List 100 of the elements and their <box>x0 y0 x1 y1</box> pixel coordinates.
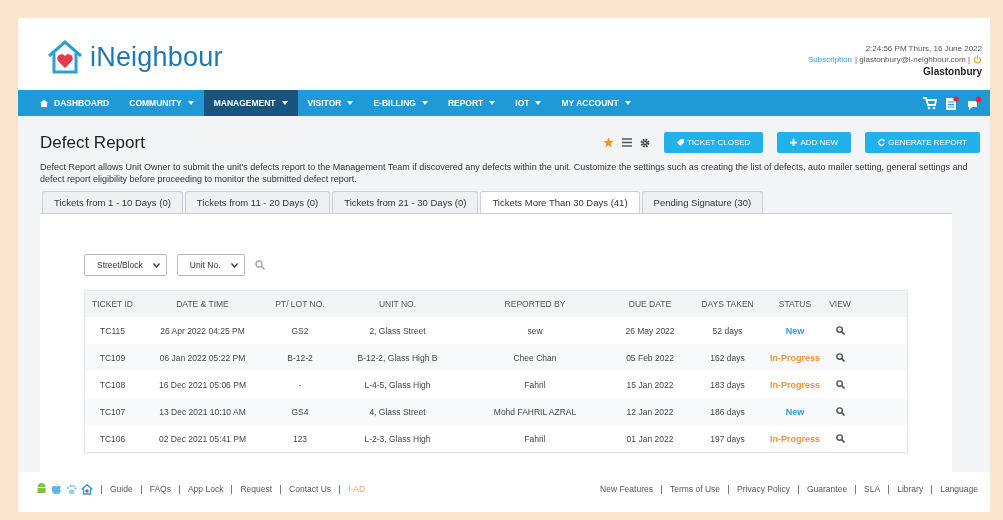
page-description: Defect Report allows Unit Owner to submit the unit's defects report to the Management Team if discovered any defects within the unit. Customize the settings such as creating the list of defects, auto mailer setting, general settings and defect report eligibility before proceeding to monitor the submitted defect report. <box>40 161 969 185</box>
table-cell-text: TC115 <box>99 325 126 336</box>
table-cell-text: TC109 <box>98 352 127 363</box>
table-cell-text: Fahril <box>523 433 547 444</box>
magnifier-icon[interactable] <box>835 326 845 335</box>
plus-icon <box>790 139 798 146</box>
house-heart-logo-icon <box>46 39 84 75</box>
table-cell-text: 15 Jan 2022 <box>625 379 675 390</box>
star-icon[interactable] <box>602 137 614 148</box>
site-name: Glastonbury <box>923 65 982 77</box>
column-header: STATUS <box>777 299 813 309</box>
caret-icon <box>624 101 631 105</box>
table-cell-text: 26 Apr 2022 04:25 PM <box>159 325 246 336</box>
home-icon <box>40 99 48 107</box>
tab[interactable]: Tickets from 1 - 10 Days (0) <box>42 191 183 213</box>
magnifier-icon[interactable] <box>835 380 845 389</box>
tab[interactable]: Tickets from 11 - 20 Days (0) <box>184 191 331 213</box>
chat-icon[interactable] <box>967 95 982 111</box>
brand-name: iNeighbour <box>90 41 223 73</box>
footer-link[interactable]: Library <box>888 484 924 494</box>
chevron-icon <box>152 262 160 268</box>
column-header: DUE DATE <box>627 299 673 309</box>
status-text: New <box>785 325 805 336</box>
table-cell-text: 26 May 2022 <box>624 325 676 336</box>
table-cell-text: L-4-5, Glass High <box>363 379 432 390</box>
account-email: | glastonbury@i-neighbour.com | <box>855 54 970 64</box>
column-header: UNIT NO. <box>377 299 418 309</box>
caret-icon <box>347 101 354 105</box>
column-header: DAYS TAKEN <box>700 299 755 309</box>
list-icon[interactable] <box>621 138 632 147</box>
caret-icon <box>281 101 288 105</box>
magnifier-icon[interactable] <box>835 434 845 443</box>
footer-link[interactable]: FAQs <box>140 484 171 494</box>
footer-link[interactable]: Privacy Policy <box>728 484 790 494</box>
table-cell-text: TC107 <box>98 406 127 417</box>
page-title: Defect Report <box>40 132 145 153</box>
status-text: In-Progress <box>770 433 820 444</box>
table-cell-text: GS2 <box>290 325 310 336</box>
table-cell-text: sew <box>526 325 544 336</box>
table-cell-text: GS4 <box>290 406 310 417</box>
table-cell-text: B-12-2 <box>286 352 314 363</box>
caret-icon <box>489 101 496 105</box>
refresh-icon <box>878 139 886 146</box>
table-cell-text: TC108 <box>98 379 127 390</box>
table-cell-text: 123 <box>291 433 309 444</box>
table-cell-text: 186 days <box>709 406 746 417</box>
table-cell-text: - <box>297 379 303 390</box>
footer-link[interactable]: Request <box>231 484 273 494</box>
table-cell-text: 02 Dec 2021 05:41 PM <box>158 433 247 444</box>
table-cell-text: 01 Jan 2022 <box>625 433 675 444</box>
tab[interactable]: Tickets from 21 - 30 Days (0) <box>332 191 479 213</box>
footer-link[interactable]: Guarantee <box>797 484 848 494</box>
footer-link[interactable]: New Features <box>592 484 653 494</box>
table-cell-text: 2, Glass Street <box>368 325 427 336</box>
table-cell-text: 05 Feb 2022 <box>625 352 675 363</box>
magnifier-icon[interactable] <box>835 353 845 362</box>
table-cell-text: 12 Jan 2022 <box>625 406 675 417</box>
table-cell-text: 4, Glass Street <box>368 406 427 417</box>
magnifier-icon[interactable] <box>835 407 845 416</box>
dropdown[interactable]: Unit No. <box>176 254 245 276</box>
table-cell-text: 13 Dec 2021 10:10 AM <box>158 406 247 417</box>
table-cell-text: B-12-2, Glass High B <box>356 352 439 363</box>
table-cell-text: L-2-3, Glass High <box>363 433 432 444</box>
caret-icon <box>187 101 194 105</box>
table-cell-text: Chee Chan <box>512 352 558 363</box>
footer-link[interactable]: App Lock <box>178 484 224 494</box>
dropdown[interactable]: Street/Block <box>84 254 167 276</box>
table-cell-text: 162 days <box>709 352 746 363</box>
column-header: VIEW <box>828 299 852 309</box>
status-text: New <box>785 406 805 417</box>
table-cell-text: 197 days <box>709 433 746 444</box>
column-header: PT/ LOT NO. <box>274 299 326 309</box>
footer-link[interactable]: SLA <box>855 484 881 494</box>
tag-icon <box>676 139 684 146</box>
nav-item[interactable]: MANAGEMENT <box>203 90 298 116</box>
house-heart-icon[interactable] <box>81 483 93 495</box>
caret-icon <box>535 101 542 105</box>
document-icon[interactable] <box>945 95 959 111</box>
status-text: In-Progress <box>770 379 820 390</box>
column-header: REPORTED BY <box>503 299 567 309</box>
caret-icon <box>421 101 428 105</box>
tab[interactable]: Tickets More Than 30 Days (41) <box>480 191 640 213</box>
table-cell-text: Fahril <box>523 379 547 390</box>
status-text: In-Progress <box>770 352 820 363</box>
table-cell-text: Mohd FAHRIL AZRAL <box>492 406 578 417</box>
column-header: TICKET ID <box>91 299 134 309</box>
tab[interactable]: Pending Signature (30) <box>641 191 764 213</box>
column-header: DATE & TIME <box>175 299 230 309</box>
table-cell-text: TC106 <box>98 433 127 444</box>
table-cell-text: 16 Dec 2021 05:06 PM <box>158 379 247 390</box>
footer-link[interactable]: Contact Us <box>280 484 332 494</box>
footer-link[interactable]: Guide <box>101 484 133 494</box>
cart-icon[interactable] <box>923 96 937 110</box>
chevron-icon <box>230 262 238 268</box>
date-time: 2:24:56 PM Thurs, 16 June 2022 <box>865 43 982 53</box>
table-cell-text: 183 days <box>709 379 746 390</box>
table-cell-text: 06 Jan 2022 05:22 PM <box>158 352 247 363</box>
table-cell-text: 52 days <box>711 325 744 336</box>
footer-link[interactable]: Language <box>931 484 978 494</box>
footer-link[interactable]: Terms of Use <box>660 484 721 494</box>
